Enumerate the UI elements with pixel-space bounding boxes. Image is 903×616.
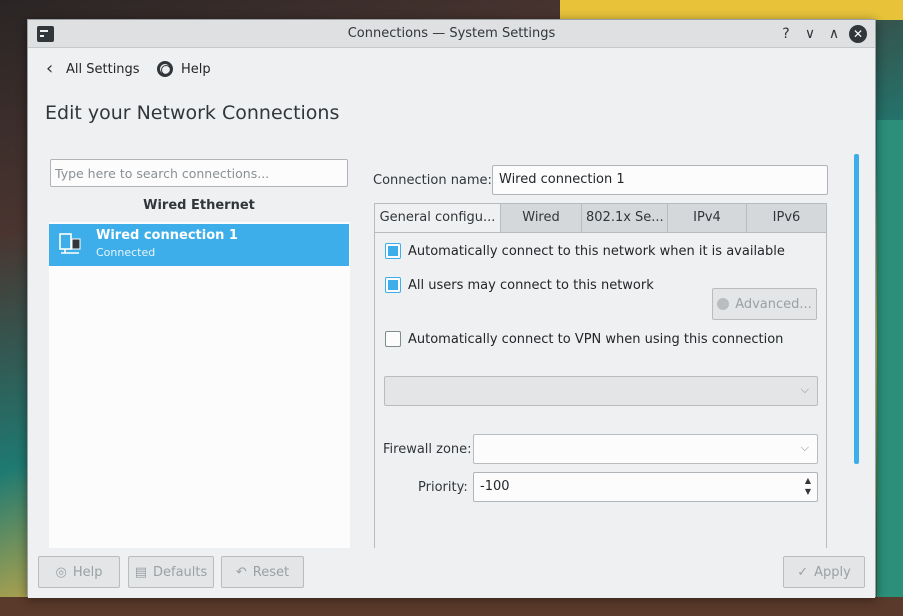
maximize-icon[interactable]: ∧ bbox=[824, 24, 844, 44]
wallpaper-shape bbox=[877, 120, 903, 616]
reset-button[interactable]: ↶ Reset bbox=[221, 556, 304, 588]
wallpaper-shape bbox=[0, 597, 903, 616]
settings-window: Connections — System Settings ? ∨ ∧ ✕ ‹ … bbox=[27, 19, 876, 598]
reset-button-label: Reset bbox=[252, 564, 290, 580]
spin-arrows-icon[interactable]: ▲ ▼ bbox=[805, 475, 811, 497]
connection-group-header: Wired Ethernet bbox=[143, 198, 255, 213]
vpn-checkbox[interactable] bbox=[385, 331, 401, 347]
help-nav-button[interactable]: Help bbox=[157, 58, 211, 80]
all-settings-label: All Settings bbox=[66, 61, 140, 77]
all-users-checkbox-row[interactable]: All users may connect to this network bbox=[385, 277, 654, 293]
connection-list: Wired connection 1 Connected bbox=[49, 222, 350, 548]
defaults-button[interactable]: ▤ Defaults bbox=[128, 556, 214, 588]
help-button[interactable]: ◎ Help bbox=[38, 556, 120, 588]
document-edit-icon: ▤ bbox=[134, 564, 147, 580]
vertical-scrollbar[interactable] bbox=[854, 154, 859, 464]
close-icon[interactable]: ✕ bbox=[849, 25, 867, 43]
connection-name: Wired connection 1 bbox=[96, 228, 238, 243]
apply-button-label: Apply bbox=[814, 564, 851, 580]
button-bar: ◎ Help ▤ Defaults ↶ Reset ✓ Apply bbox=[28, 548, 875, 598]
all-users-label: All users may connect to this network bbox=[408, 277, 654, 293]
vpn-select[interactable]: ⌵ bbox=[384, 376, 818, 406]
connection-name-field[interactable]: Wired connection 1 bbox=[492, 165, 828, 195]
settings-tabs: General configu... Wired 802.1x Se... IP… bbox=[374, 203, 827, 234]
priority-label: Priority: bbox=[418, 480, 468, 495]
auto-connect-label: Automatically connect to this network wh… bbox=[408, 243, 785, 259]
connection-name-label: Connection name: bbox=[373, 173, 492, 188]
advanced-label: Advanced... bbox=[735, 296, 812, 312]
vpn-label: Automatically connect to VPN when using … bbox=[408, 331, 784, 347]
help-button-label: Help bbox=[72, 564, 103, 580]
apply-button[interactable]: ✓ Apply bbox=[783, 556, 865, 588]
list-item-wired-connection[interactable]: Wired connection 1 Connected bbox=[49, 224, 349, 266]
checkmark-icon: ✓ bbox=[797, 564, 809, 580]
lifebuoy-icon: ◎ bbox=[55, 564, 67, 580]
priority-spinbox[interactable]: -100 ▲ ▼ bbox=[473, 472, 818, 502]
auto-connect-checkbox-row[interactable]: Automatically connect to this network wh… bbox=[385, 243, 785, 259]
advanced-button[interactable]: Advanced... bbox=[712, 288, 817, 320]
vpn-checkbox-row[interactable]: Automatically connect to VPN when using … bbox=[385, 331, 783, 347]
general-configuration-panel: Automatically connect to this network wh… bbox=[374, 232, 827, 550]
minimize-icon[interactable]: ∨ bbox=[800, 24, 820, 44]
auto-connect-checkbox[interactable] bbox=[385, 243, 401, 259]
defaults-button-label: Defaults bbox=[153, 564, 208, 580]
all-settings-button[interactable]: ‹ All Settings bbox=[46, 58, 140, 80]
wallpaper-shape bbox=[560, 0, 903, 20]
firewall-zone-select[interactable]: ⌵ bbox=[473, 434, 818, 464]
tab-general[interactable]: General configu... bbox=[375, 204, 501, 234]
chevron-down-icon: ⌵ bbox=[800, 441, 809, 454]
undo-icon: ↶ bbox=[235, 564, 247, 580]
all-users-checkbox[interactable] bbox=[385, 277, 401, 293]
help-nav-label: Help bbox=[181, 61, 211, 77]
window-title: Connections — System Settings bbox=[347, 26, 556, 41]
chevron-left-icon: ‹ bbox=[46, 58, 54, 79]
tab-wired[interactable]: Wired bbox=[501, 204, 582, 233]
page-title: Edit your Network Connections bbox=[45, 102, 340, 124]
tab-8021x-security[interactable]: 802.1x Se... bbox=[582, 204, 668, 233]
chevron-down-icon: ⌵ bbox=[800, 383, 809, 396]
firewall-zone-label: Firewall zone: bbox=[383, 442, 472, 457]
wired-network-icon bbox=[59, 233, 81, 254]
context-help-icon[interactable]: ? bbox=[776, 24, 796, 44]
title-bar: Connections — System Settings ? ∨ ∧ ✕ bbox=[28, 20, 875, 48]
gear-icon bbox=[717, 298, 730, 310]
lifebuoy-icon bbox=[157, 61, 173, 77]
tab-ipv6[interactable]: IPv6 bbox=[747, 204, 826, 233]
search-connections-input[interactable] bbox=[50, 159, 348, 187]
tab-ipv4[interactable]: IPv4 bbox=[668, 204, 747, 233]
priority-value: -100 bbox=[480, 479, 510, 494]
connection-status: Connected bbox=[96, 246, 156, 259]
